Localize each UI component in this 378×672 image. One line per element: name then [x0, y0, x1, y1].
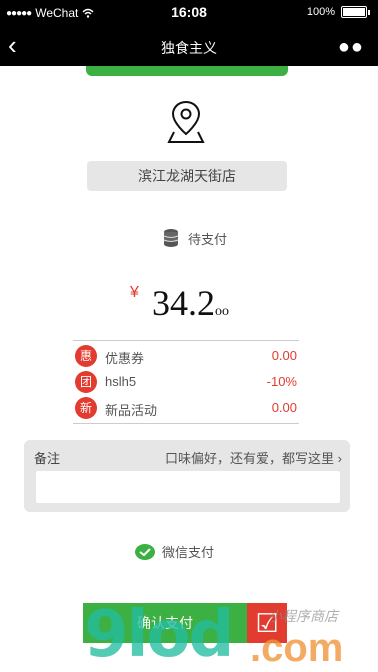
pay-method[interactable]: 微信支付 [134, 542, 214, 561]
watermark-com: .com [250, 626, 344, 670]
discount-badge: 惠 [75, 345, 97, 367]
nav-bar: ‹ 独食主义 ●● [0, 26, 378, 66]
payment-status: 待支付 [162, 228, 227, 248]
watermark-cn: 小程序商店 [268, 608, 338, 624]
location-pin-icon [167, 100, 205, 143]
price-amount: 34.2oo [152, 282, 229, 324]
pay-method-label: 微信支付 [162, 545, 215, 560]
discount-list: 惠 优惠券 0.00 团 hslh5 -10% 新 新品活动 0.00 [73, 340, 299, 424]
remark-label: 备注 [34, 451, 61, 466]
battery-label: 100% [306, 6, 335, 18]
currency-symbol: ¥ [130, 284, 139, 301]
discount-row[interactable]: 团 hslh5 -10% [73, 369, 299, 395]
discount-label: 新品活动 [105, 403, 158, 418]
discount-badge: 新 [75, 397, 97, 419]
discount-value: 0.00 [271, 348, 297, 363]
status-bar: ●●●●● WeChat 16:08 100% [0, 0, 378, 26]
discount-row[interactable]: 惠 优惠券 0.00 [73, 343, 299, 369]
remark-box: 备注 口味偏好，还有爱，都写这里 › [24, 440, 350, 512]
discount-badge: 团 [75, 371, 97, 393]
payment-status-label: 待支付 [188, 231, 228, 247]
wechat-pay-icon [135, 543, 155, 560]
status-right: 100% [307, 6, 370, 18]
more-icon[interactable]: ●● [338, 36, 364, 59]
coin-stack-icon [163, 229, 179, 247]
remark-hint: 口味偏好，还有爱，都写这里 › [165, 451, 342, 466]
discount-value: -10% [266, 374, 297, 389]
discount-label: hslh5 [105, 374, 137, 389]
top-green-bar [86, 66, 288, 76]
discount-value: 0.00 [271, 400, 297, 415]
price-integer: 34.2 [152, 283, 215, 323]
price-decimal: oo [215, 304, 229, 319]
remark-input[interactable] [36, 471, 340, 503]
store-name[interactable]: 滨江龙湖天街店 [87, 161, 287, 191]
watermark-logo: 9lod [84, 598, 234, 672]
discount-row[interactable]: 新 新品活动 0.00 [73, 395, 299, 421]
battery-tip [368, 9, 370, 15]
battery-icon [341, 6, 367, 18]
discount-label: 优惠券 [105, 351, 145, 366]
page-title: 独食主义 [161, 40, 217, 56]
